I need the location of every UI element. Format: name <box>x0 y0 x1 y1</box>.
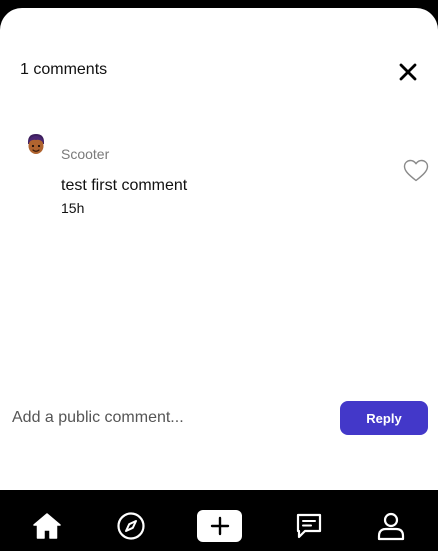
comment-author[interactable]: Scooter <box>61 146 109 162</box>
comments-count-title: 1 comments <box>20 61 108 78</box>
heart-icon <box>403 159 429 182</box>
close-button[interactable] <box>398 62 418 82</box>
nav-explore[interactable] <box>116 510 146 542</box>
comment-text: test first comment <box>61 177 188 194</box>
nav-home[interactable] <box>32 510 62 542</box>
comments-sheet: 1 comments Scooter test first comment 15… <box>0 8 438 490</box>
plus-icon <box>210 516 229 536</box>
home-icon <box>33 513 61 539</box>
avatar[interactable] <box>25 133 47 155</box>
reply-button[interactable]: Reply <box>340 401 428 435</box>
avatar-icon <box>28 134 44 154</box>
compass-icon <box>117 512 145 540</box>
bottom-nav <box>0 490 438 551</box>
nav-create-button[interactable] <box>197 510 242 542</box>
message-icon <box>296 513 322 539</box>
like-button[interactable] <box>403 159 429 183</box>
comment-input[interactable] <box>12 406 322 430</box>
comment-timestamp: 15h <box>61 200 85 216</box>
user-icon <box>377 512 405 541</box>
close-icon <box>399 63 417 81</box>
nav-profile[interactable] <box>376 510 406 542</box>
nav-messages[interactable] <box>295 510 323 542</box>
